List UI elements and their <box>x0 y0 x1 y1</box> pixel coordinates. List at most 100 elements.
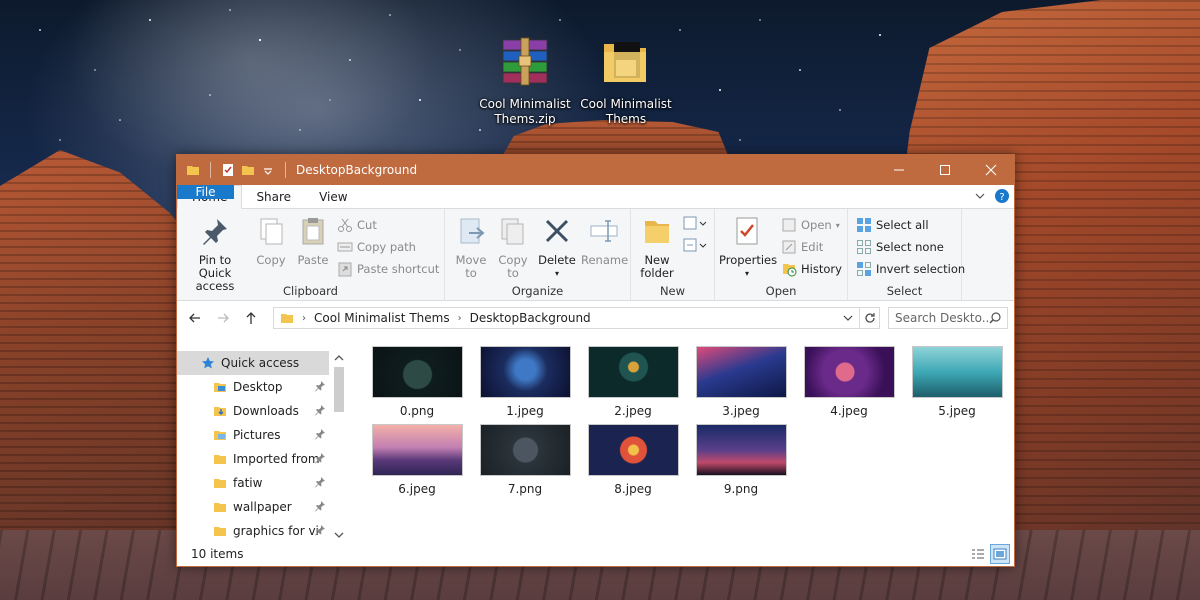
nav-downloads[interactable]: Downloads <box>177 399 329 423</box>
file-item[interactable]: 5.jpeg <box>911 346 1003 418</box>
nav-graphics[interactable]: graphics for vide <box>177 519 329 543</box>
new-item-icon[interactable] <box>683 215 707 231</box>
large-icons-view-icon <box>993 548 1007 560</box>
close-button[interactable] <box>968 155 1014 185</box>
new-group: New folder New <box>631 209 715 301</box>
select-group: Select all Select none Invert selection … <box>848 209 965 301</box>
copy-to-button[interactable]: Copy to <box>493 215 533 280</box>
breadcrumb-cool-minimalist-thems[interactable]: Cool Minimalist Thems <box>314 311 450 325</box>
main-area: Quick access Desktop Downloads Pictures … <box>177 335 1014 542</box>
paste-button[interactable]: Paste <box>293 215 333 267</box>
open-group-label: Open <box>765 284 797 298</box>
tab-share[interactable]: Share <box>242 185 305 208</box>
tab-file[interactable]: File <box>177 185 234 199</box>
nav-quick-access[interactable]: Quick access <box>177 351 329 375</box>
thumbnail-8 <box>587 424 679 476</box>
breadcrumb-separator: › <box>302 312 306 324</box>
properties-icon[interactable] <box>221 163 235 177</box>
desktop-icon-zip[interactable]: Cool Minimalist Thems.zip <box>478 34 572 127</box>
nav-pictures[interactable]: Pictures <box>177 423 329 447</box>
properties-button[interactable]: Properties ▾ <box>719 215 777 280</box>
file-item[interactable]: 2.jpeg <box>587 346 679 418</box>
details-view-button[interactable] <box>968 544 988 564</box>
search-input[interactable]: Search Deskto... <box>888 307 1008 329</box>
paste-shortcut-button[interactable]: Paste shortcut <box>337 261 439 277</box>
search-icon <box>989 312 1001 324</box>
select-none-button[interactable]: Select none <box>856 239 944 255</box>
chevron-up-icon[interactable] <box>334 353 344 363</box>
desktop-icon-zip-label: Cool Minimalist Thems.zip <box>479 97 571 126</box>
move-to-button[interactable]: Move to <box>451 215 491 280</box>
new-folder-button[interactable]: New folder <box>635 215 679 280</box>
file-item[interactable]: 6.jpeg <box>371 424 463 496</box>
history-button[interactable]: History <box>781 261 842 277</box>
title-bar[interactable]: DesktopBackground <box>177 155 1014 185</box>
file-item[interactable]: 1.jpeg <box>479 346 571 418</box>
rename-icon <box>590 220 618 242</box>
up-button[interactable] <box>239 306 263 330</box>
cut-button[interactable]: Cut <box>337 217 377 233</box>
invert-selection-button[interactable]: Invert selection <box>856 261 965 277</box>
edit-icon <box>782 240 796 254</box>
address-bar[interactable]: › Cool Minimalist Thems › DesktopBackgro… <box>273 307 860 329</box>
properties-icon <box>736 217 758 245</box>
thumbnail-4 <box>803 346 895 398</box>
copy-button[interactable]: Copy <box>251 215 291 267</box>
select-group-label: Select <box>886 284 923 298</box>
open-button[interactable]: Open ▾ <box>781 217 840 233</box>
scissors-icon <box>338 218 352 232</box>
minimize-button[interactable] <box>876 155 922 185</box>
folder-icon <box>214 527 226 536</box>
nav-desktop[interactable]: Desktop <box>177 375 329 399</box>
rename-button[interactable]: Rename <box>581 215 628 267</box>
nav-fatiw[interactable]: fatiw <box>177 471 329 495</box>
chevron-down-icon[interactable] <box>334 530 344 540</box>
tab-view[interactable]: View <box>305 185 361 208</box>
thumbnail-6 <box>371 424 463 476</box>
maximize-button[interactable] <box>922 155 968 185</box>
file-item[interactable]: 4.jpeg <box>803 346 895 418</box>
forward-button[interactable] <box>211 306 235 330</box>
chevron-down-icon[interactable] <box>261 163 275 177</box>
copy-path-button[interactable]: Copy path <box>337 239 416 255</box>
breadcrumb-separator: › <box>457 312 462 324</box>
nav-scrollbar[interactable] <box>331 351 347 542</box>
winrar-archive-icon <box>502 37 548 86</box>
chevron-down-icon[interactable] <box>841 311 855 325</box>
pin-icon <box>315 429 325 440</box>
thumbnail-7 <box>479 424 571 476</box>
view-buttons <box>968 544 1010 564</box>
new-folder-icon[interactable] <box>241 163 255 177</box>
thumbnail-1 <box>479 346 571 398</box>
help-icon[interactable]: ? <box>994 188 1010 204</box>
open-group: Properties ▾ Open ▾ Edit History Open <box>715 209 848 301</box>
select-all-button[interactable]: Select all <box>856 217 929 233</box>
pin-icon <box>315 525 325 536</box>
address-row: › Cool Minimalist Thems › DesktopBackgro… <box>177 301 1014 335</box>
delete-button[interactable]: Delete ▾ <box>537 215 577 280</box>
file-item[interactable]: 9.png <box>695 424 787 496</box>
file-item[interactable]: 0.png <box>371 346 463 418</box>
breadcrumb-desktop-background[interactable]: DesktopBackground <box>470 311 591 325</box>
file-item[interactable]: 8.jpeg <box>587 424 679 496</box>
large-icons-view-button[interactable] <box>990 544 1010 564</box>
clipboard-group: Pin to Quick access Copy Paste Cut Copy … <box>177 209 445 301</box>
pin-to-quick-access-button[interactable]: Pin to Quick access <box>183 215 247 293</box>
window-controls <box>876 155 1014 185</box>
toolbar-separator <box>285 162 286 178</box>
refresh-button[interactable] <box>860 307 880 329</box>
desktop-icon-folder[interactable]: Cool Minimalist Thems <box>579 34 673 127</box>
back-button[interactable] <box>183 306 207 330</box>
folder-icon <box>604 42 646 82</box>
file-explorer-window: DesktopBackground File Home Share View ? <box>176 154 1015 567</box>
file-item[interactable]: 3.jpeg <box>695 346 787 418</box>
nav-imported[interactable]: Imported from P <box>177 447 329 471</box>
easy-access-icon[interactable] <box>683 237 707 253</box>
file-item[interactable]: 7.png <box>479 424 571 496</box>
item-count: 10 items <box>191 547 244 561</box>
edit-button[interactable]: Edit <box>781 239 823 255</box>
nav-wallpaper[interactable]: wallpaper <box>177 495 329 519</box>
scrollbar-thumb[interactable] <box>334 367 344 412</box>
chevron-down-icon[interactable] <box>974 190 986 202</box>
star-icon <box>202 357 214 369</box>
